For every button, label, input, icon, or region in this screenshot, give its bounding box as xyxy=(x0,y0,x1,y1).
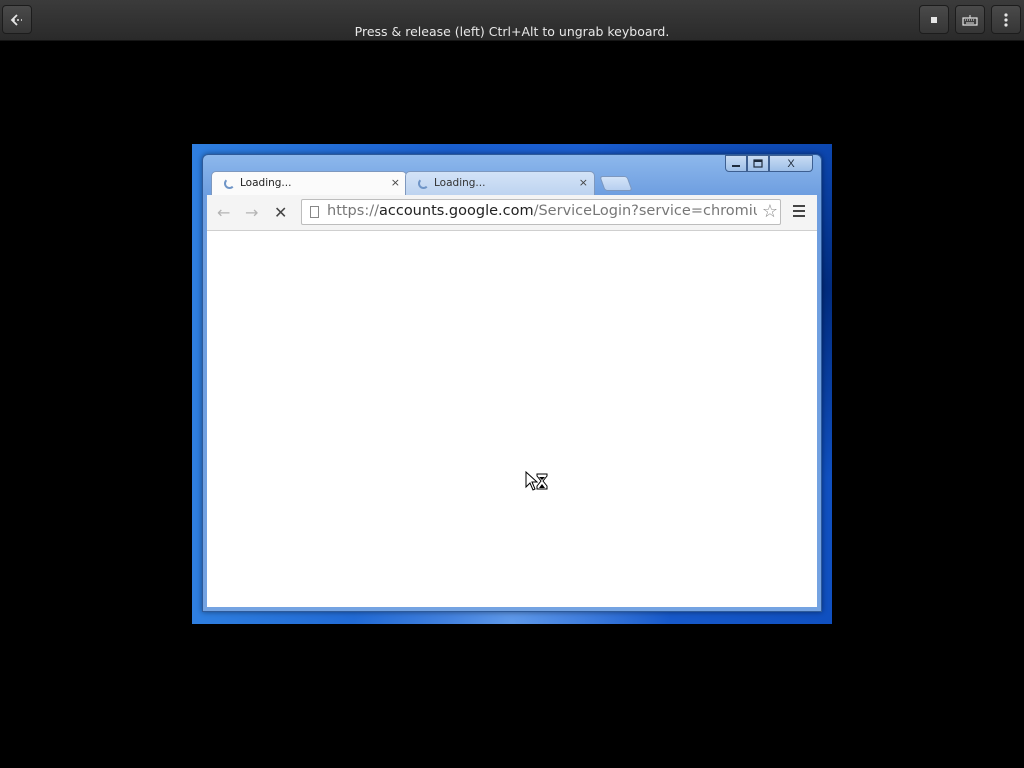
close-window-button[interactable]: X xyxy=(769,155,813,172)
tab-loading-2[interactable]: Loading... × xyxy=(405,171,595,195)
bookmark-star-icon[interactable]: ☆ xyxy=(762,201,778,222)
page-content[interactable] xyxy=(207,231,817,607)
more-vertical-icon xyxy=(1004,12,1008,27)
stop-icon xyxy=(931,16,937,23)
tab-close-icon[interactable]: × xyxy=(579,176,588,189)
stop-loading-icon[interactable]: ✕ xyxy=(274,203,287,222)
tab-loading-1[interactable]: Loading... × xyxy=(211,171,407,195)
chrome-menu-icon[interactable] xyxy=(793,205,805,220)
tab-title: Loading... xyxy=(434,177,486,189)
forward-arrow-icon[interactable]: → xyxy=(245,203,258,222)
address-bar[interactable]: https://accounts.google.com/ServiceLogin… xyxy=(301,199,781,225)
more-menu-button[interactable] xyxy=(991,5,1021,34)
minimize-button[interactable] xyxy=(725,155,747,172)
back-arrow-icon[interactable]: ← xyxy=(217,203,230,222)
loading-spinner-icon xyxy=(418,178,429,189)
close-icon: X xyxy=(787,157,795,170)
minimize-icon xyxy=(732,164,740,167)
guest-desktop: X Loading... × Loading... × ← → ✕ https:… xyxy=(192,144,832,624)
page-icon xyxy=(310,206,319,218)
keyboard-icon xyxy=(962,14,978,26)
window-controls: X xyxy=(725,155,813,173)
browser-toolbar: ← → ✕ https://accounts.google.com/Servic… xyxy=(207,195,817,231)
new-tab-button[interactable] xyxy=(599,176,633,191)
url-scheme: https:// xyxy=(327,203,379,219)
tab-title: Loading... xyxy=(240,177,292,189)
ungrab-keyboard-message: Press & release (left) Ctrl+Alt to ungra… xyxy=(354,24,670,39)
keyboard-button[interactable] xyxy=(955,5,985,34)
maximize-icon xyxy=(753,159,763,168)
vm-viewer-toolbar: Press & release (left) Ctrl+Alt to ungra… xyxy=(0,0,1024,41)
url-text[interactable]: https://accounts.google.com/ServiceLogin… xyxy=(327,203,757,219)
url-host: accounts.google.com xyxy=(378,203,534,219)
tab-close-icon[interactable]: × xyxy=(391,176,400,189)
browser-window: X Loading... × Loading... × ← → ✕ https:… xyxy=(202,154,822,612)
loading-spinner-icon xyxy=(224,178,235,189)
url-path: /ServiceLogin?service=chromiur xyxy=(533,203,757,219)
stop-button[interactable] xyxy=(919,5,949,34)
busy-cursor-icon xyxy=(525,470,549,497)
maximize-button[interactable] xyxy=(747,155,769,172)
